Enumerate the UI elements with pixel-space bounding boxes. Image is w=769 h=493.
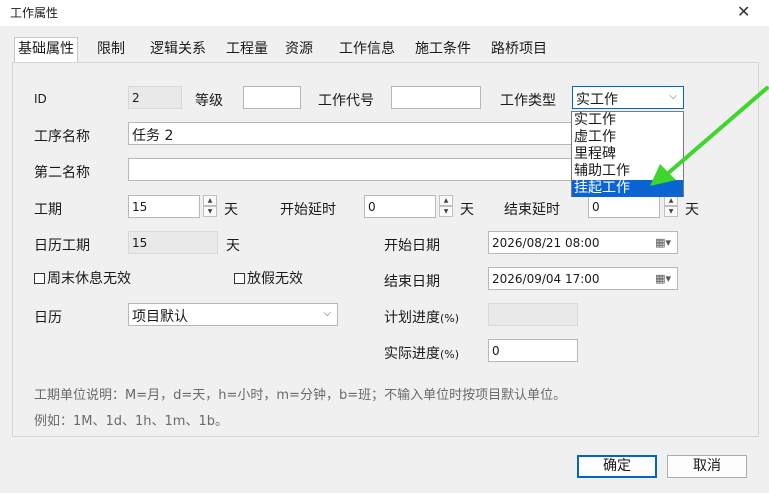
second-name-field[interactable] [128, 158, 573, 181]
work-properties-dialog: 工作属性 ✕ 基础属性 限制 逻辑关系 工程量 资源 工作信息 施工条件 路桥项… [0, 0, 769, 493]
holiday-label: 放假无效 [247, 271, 303, 287]
annotation-arrow-icon [650, 86, 769, 186]
duration-example-note: 例如：1M、1d、1h、1m、1b。 [34, 414, 228, 429]
duration-label: 工期 [34, 202, 62, 218]
ok-button[interactable]: 确定 [577, 455, 657, 478]
work-type-label: 工作类型 [500, 93, 556, 109]
tab-resources[interactable]: 资源 [282, 38, 316, 62]
plan-progress-text: 计划进度 [384, 310, 440, 326]
tab-constraints[interactable]: 限制 [94, 38, 128, 62]
task-name-label: 工序名称 [34, 129, 90, 145]
start-date-picker[interactable]: 2026/08/21 08:00 ▦▾ [488, 231, 678, 254]
actual-progress-label: 实际进度(%) [384, 343, 459, 363]
tab-construction-conditions[interactable]: 施工条件 [412, 38, 474, 62]
start-date-value: 2026/08/21 08:00 [492, 236, 600, 250]
tab-road-bridge-items[interactable]: 路桥项目 [488, 38, 550, 62]
close-icon[interactable]: ✕ [737, 2, 750, 21]
weekend-rest-checkbox[interactable]: 周末休息无效 [34, 268, 131, 288]
task-name-field[interactable]: 任务 2 [128, 122, 573, 145]
weekend-rest-label: 周末休息无效 [47, 271, 131, 287]
id-field: 2 [128, 86, 182, 109]
checkbox-icon [34, 273, 45, 284]
actual-progress-unit: (%) [440, 348, 460, 361]
actual-progress-field[interactable]: 0 [488, 339, 578, 362]
duration-stepper[interactable]: ▲ ▼ [203, 195, 217, 218]
end-delay-stepper[interactable]: ▲ ▼ [664, 195, 678, 218]
second-name-label: 第二名称 [34, 165, 90, 181]
tab-quantities[interactable]: 工程量 [223, 38, 271, 62]
duration-field[interactable]: 15 [128, 195, 200, 218]
cancel-button[interactable]: 取消 [667, 455, 747, 478]
calendar-select[interactable]: 项目默认 ⌵ [128, 303, 338, 326]
work-type-selected: 实工作 [576, 92, 618, 108]
end-date-label: 结束日期 [384, 274, 440, 290]
calendar-duration-unit: 天 [226, 238, 240, 254]
calendar-selected: 项目默认 [132, 309, 188, 325]
calendar-duration-field: 15 [128, 231, 218, 254]
tab-work-info[interactable]: 工作信息 [336, 38, 398, 62]
calendar-label: 日历 [34, 310, 62, 326]
checkbox-icon [234, 273, 245, 284]
end-delay-unit: 天 [685, 202, 699, 218]
title-bar: 工作属性 ✕ [0, 0, 769, 26]
tab-logic-relations[interactable]: 逻辑关系 [147, 38, 209, 62]
start-delay-label: 开始延时 [280, 202, 336, 218]
id-label: ID [34, 92, 47, 106]
plan-progress-label: 计划进度(%) [384, 307, 459, 327]
duration-unit-note: 工期单位说明：M=月，d=天，h=小时，m=分钟，b=班；不输入单位时按项目默认… [34, 388, 567, 403]
end-delay-label: 结束延时 [504, 202, 560, 218]
tab-basic-properties[interactable]: 基础属性 [14, 37, 78, 63]
end-date-picker[interactable]: 2026/09/04 17:00 ▦▾ [488, 267, 678, 290]
end-date-value: 2026/09/04 17:00 [492, 272, 600, 286]
end-delay-field[interactable]: 0 [588, 195, 660, 218]
chevron-down-icon: ⌵ [323, 308, 331, 319]
calendar-icon[interactable]: ▦▾ [655, 236, 671, 249]
actual-progress-text: 实际进度 [384, 346, 440, 362]
calendar-icon[interactable]: ▦▾ [655, 272, 671, 285]
plan-progress-unit: (%) [440, 312, 460, 325]
calendar-duration-label: 日历工期 [34, 238, 90, 254]
grade-label: 等级 [195, 93, 223, 109]
grade-field[interactable] [243, 86, 301, 109]
plan-progress-field [488, 303, 578, 326]
start-delay-unit: 天 [460, 202, 474, 218]
start-delay-field[interactable]: 0 [364, 195, 436, 218]
holiday-checkbox[interactable]: 放假无效 [234, 268, 303, 288]
work-code-label: 工作代号 [318, 93, 374, 109]
start-delay-stepper[interactable]: ▲ ▼ [439, 195, 453, 218]
work-code-field[interactable] [391, 86, 481, 109]
start-date-label: 开始日期 [384, 238, 440, 254]
duration-unit: 天 [224, 202, 238, 218]
dialog-title: 工作属性 [10, 6, 59, 20]
